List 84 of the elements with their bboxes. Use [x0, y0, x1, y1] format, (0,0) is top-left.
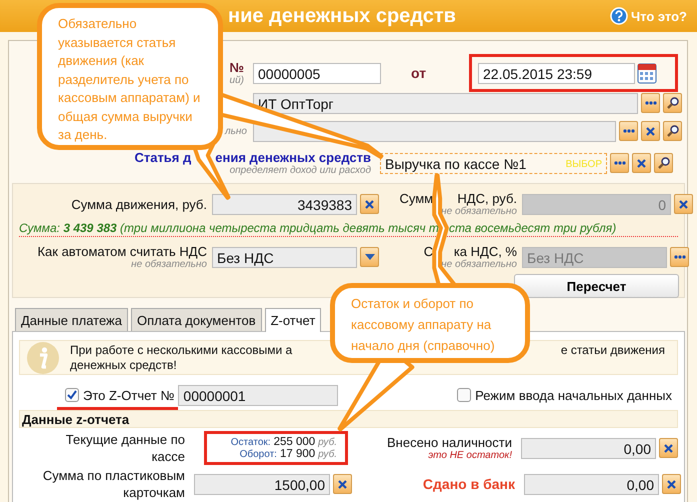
- search-button[interactable]: [663, 93, 682, 113]
- close-icon: [338, 480, 347, 488]
- checkmark-icon: [67, 390, 77, 400]
- info-text: денежных средств!: [70, 358, 178, 372]
- field-label: Как автоматом считать НДС: [37, 244, 207, 259]
- calendar-icon: [637, 62, 657, 84]
- more-button[interactable]: [610, 153, 629, 173]
- dots-icon: [674, 255, 686, 259]
- field-label: НДС, руб.: [457, 191, 517, 206]
- clear-button[interactable]: [333, 474, 352, 494]
- field-label: Сумма движения, руб.: [71, 196, 207, 212]
- checkbox[interactable]: [457, 388, 472, 402]
- close-icon: [365, 200, 374, 208]
- dots-icon: [614, 161, 626, 165]
- clear-button[interactable]: [659, 438, 678, 458]
- tab[interactable]: Данные платежа: [15, 308, 128, 331]
- more-button[interactable]: [641, 93, 660, 113]
- card-sum-field[interactable]: 1500,00: [194, 474, 330, 494]
- cash-flow-field[interactable]: Выручка по кассе №1 ВЫБОР: [380, 152, 607, 174]
- checkbox-label: Режим ввода начальных данных: [475, 388, 672, 402]
- field-hint: ий): [230, 75, 244, 86]
- field-hint: льно: [225, 126, 247, 136]
- data-value: 17 900: [280, 448, 316, 460]
- data-value: 255 000: [274, 436, 316, 448]
- field-label: Внесено наличности: [387, 435, 512, 450]
- field-label: Статья д: [134, 150, 192, 165]
- bank-field[interactable]: 0,00: [524, 474, 659, 494]
- field-label: ения денежных средств: [215, 150, 371, 165]
- clear-button[interactable]: [641, 121, 660, 141]
- unit-label: руб.: [318, 437, 337, 448]
- field-label: ка НДС, %: [454, 244, 517, 259]
- field-hint: определяет доход или расход: [230, 165, 371, 176]
- help-icon: [610, 7, 628, 25]
- field-label: Сумм: [399, 191, 434, 206]
- date-label: от: [411, 65, 428, 81]
- window-title: ние денежных средств: [228, 4, 456, 28]
- dots-icon: [622, 129, 634, 133]
- amount-field[interactable]: 3439383: [212, 194, 357, 214]
- clear-button[interactable]: [662, 474, 681, 494]
- z-report-number-field[interactable]: 00000001: [178, 384, 338, 406]
- section-title: Данные z-отчета: [19, 410, 678, 428]
- recalculate-button[interactable]: Пересчет: [514, 274, 679, 298]
- date-field[interactable]: 22.05.2015 23:59: [478, 62, 635, 84]
- field-label: С: [424, 244, 434, 259]
- field-label: Сдано в банк: [422, 476, 515, 492]
- clear-button[interactable]: [360, 194, 379, 214]
- info-text: е статьи движения: [560, 342, 665, 358]
- close-icon: [679, 200, 688, 208]
- checkbox-label: Это Z-Отчет №: [83, 388, 174, 402]
- close-icon: [637, 158, 646, 168]
- search-button[interactable]: [663, 121, 682, 141]
- field-label: Сумма по пластиковым карточкам: [42, 467, 185, 501]
- unit-label: руб.: [318, 449, 337, 460]
- search-button[interactable]: [654, 153, 673, 173]
- more-button[interactable]: [670, 247, 689, 267]
- number-field[interactable]: 00000005: [253, 62, 381, 84]
- clear-button[interactable]: [674, 194, 693, 214]
- close-icon: [664, 444, 673, 452]
- field-label: Текущие данные по кассе: [64, 431, 185, 465]
- close-icon: [667, 480, 676, 488]
- field-label: №: [230, 60, 244, 75]
- info-text: При работе с несколькими кассовыми а: [70, 342, 292, 358]
- dropdown-button[interactable]: [360, 247, 379, 267]
- caret-down-icon: [364, 254, 374, 260]
- dots-icon: [644, 101, 656, 105]
- tab[interactable]: Оплата документов: [130, 308, 262, 331]
- search-icon: [666, 125, 678, 137]
- search-icon: [666, 97, 678, 109]
- field-hint: это НЕ остаток!: [428, 450, 512, 461]
- info-icon: [26, 340, 60, 374]
- more-button[interactable]: [619, 121, 638, 141]
- cash-deposited-field[interactable]: 0,00: [521, 438, 656, 458]
- callout-bubble: Обязательно указывается статья движения (как разделитель учета по кассовым аппаратам) и общая сумма выручки за день.: [37, 3, 223, 150]
- amount-in-words: Сумма: 3 439 383 (три миллиона четыреста тридцать девять тысяч т: [19, 220, 439, 236]
- data-label: Остаток:: [230, 437, 271, 448]
- data-label: Оборот:: [240, 449, 277, 460]
- close-icon: [646, 126, 655, 136]
- tab[interactable]: Z-отчет: [264, 308, 322, 332]
- amount-in-words: ста восемьдесят три рубля): [448, 220, 616, 236]
- field-hint: не обязательно: [131, 259, 207, 270]
- checkbox[interactable]: [65, 388, 79, 402]
- clear-button[interactable]: [632, 153, 651, 173]
- search-icon: [658, 157, 670, 169]
- vat-mode-select[interactable]: Без НДС: [212, 246, 357, 268]
